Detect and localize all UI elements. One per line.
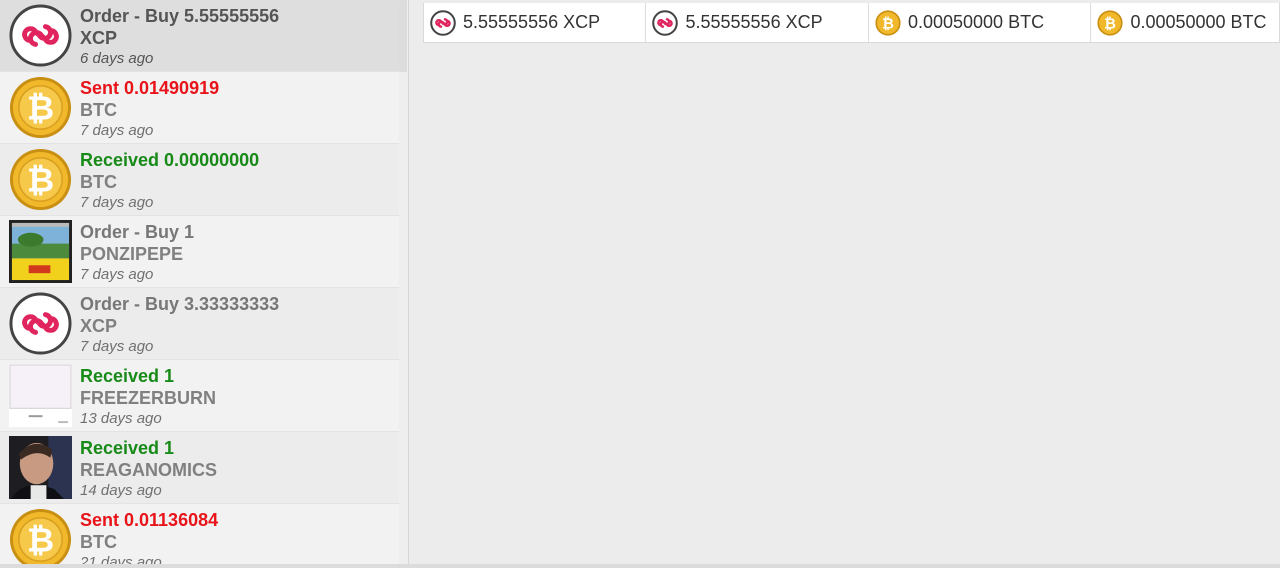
window-bottom-edge (0, 564, 1280, 568)
transaction-title: Received 1 (80, 438, 175, 458)
transaction-list[interactable]: Order - Buy 5.55555556 XCP 6 days ago ₿ … (0, 0, 409, 564)
transaction-time: 13 days ago (80, 410, 162, 427)
reaganomics-portrait-icon (9, 436, 72, 499)
svg-text:₿: ₿ (27, 162, 54, 199)
transaction-title: Received 0.00000000 (80, 150, 260, 170)
xcp-icon (430, 9, 456, 36)
detail-cell: ₿ 0.00050000 BTC (869, 3, 1092, 42)
svg-text:₿: ₿ (1105, 16, 1117, 32)
transaction-title: Sent 0.01490919 (80, 78, 220, 98)
transaction-time: 6 days ago (80, 50, 154, 67)
detail-amount: 5.55555556 XCP (463, 12, 601, 32)
transaction-asset: XCP (80, 28, 118, 48)
xcp-icon (9, 292, 72, 355)
transaction-row[interactable]: Order - Buy 5.55555556 XCP 6 days ago (0, 0, 399, 72)
transaction-title: Order - Buy 1 (80, 222, 195, 242)
detail-cell: ₿ 0.00050000 BTC (1091, 3, 1279, 42)
transaction-asset: BTC (80, 532, 117, 552)
freezerburn-card-icon (9, 364, 72, 427)
xcp-icon (652, 9, 679, 36)
transaction-title: Order - Buy 5.55555556 (80, 6, 280, 26)
detail-amount: 0.00050000 BTC (1130, 12, 1267, 32)
detail-cell: 5.55555556 XCP (646, 3, 869, 42)
transaction-row[interactable]: ₿ Sent 0.01136084 BTC 21 days ago (0, 504, 399, 564)
svg-text:₿: ₿ (27, 522, 54, 559)
transaction-title: Received 1 (80, 366, 175, 386)
svg-text:₿: ₿ (882, 16, 894, 32)
detail-amount: 5.55555556 XCP (685, 12, 823, 32)
bitcoin-icon: ₿ (9, 148, 72, 211)
transaction-title: Sent 0.01136084 (80, 510, 219, 530)
bitcoin-icon: ₿ (9, 508, 72, 564)
bitcoin-icon: ₿ (1097, 9, 1124, 36)
transaction-asset: BTC (80, 172, 117, 192)
svg-text:₿: ₿ (27, 90, 54, 127)
transaction-asset: BTC (80, 100, 117, 120)
transaction-asset: PONZIPEPE (80, 244, 184, 264)
transaction-row[interactable]: ₿ Received 0.00000000 BTC 7 days ago (0, 144, 399, 216)
transaction-asset: FREEZERBURN (80, 388, 217, 408)
order-detail-row: 5.55555556 XCP 5.55555556 XCP ₿ 0.000500… (423, 3, 1280, 43)
transaction-asset: REAGANOMICS (80, 460, 218, 480)
transaction-time: 7 days ago (80, 122, 154, 139)
transaction-row[interactable]: ₿ Sent 0.01490919 BTC 7 days ago (0, 72, 399, 144)
transaction-time: 7 days ago (80, 338, 154, 355)
list-scrollbar[interactable] (399, 0, 407, 72)
ponzipepe-card-icon (9, 220, 72, 283)
transaction-time: 14 days ago (80, 482, 162, 499)
bitcoin-icon: ₿ (875, 9, 901, 36)
transaction-row[interactable]: Received 1 FREEZERBURN 13 days ago (0, 360, 399, 432)
transaction-time: 21 days ago (80, 554, 162, 564)
transaction-time: 7 days ago (80, 266, 154, 283)
transaction-time: 7 days ago (80, 194, 154, 211)
transaction-row[interactable]: Order - Buy 1 PONZIPEPE 7 days ago (0, 216, 399, 288)
detail-amount: 0.00050000 BTC (907, 12, 1045, 32)
transaction-asset: XCP (80, 316, 118, 336)
transaction-row[interactable]: Order - Buy 3.33333333 XCP 7 days ago (0, 288, 399, 360)
transaction-row[interactable]: Received 1 REAGANOMICS 14 days ago (0, 432, 399, 504)
bitcoin-icon: ₿ (9, 76, 72, 139)
detail-cell: 5.55555556 XCP (424, 3, 647, 42)
transaction-detail-panel: 5.55555556 XCP 5.55555556 XCP ₿ 0.000500… (409, 0, 1280, 564)
transaction-title: Order - Buy 3.33333333 (80, 294, 280, 314)
xcp-icon (9, 4, 72, 67)
